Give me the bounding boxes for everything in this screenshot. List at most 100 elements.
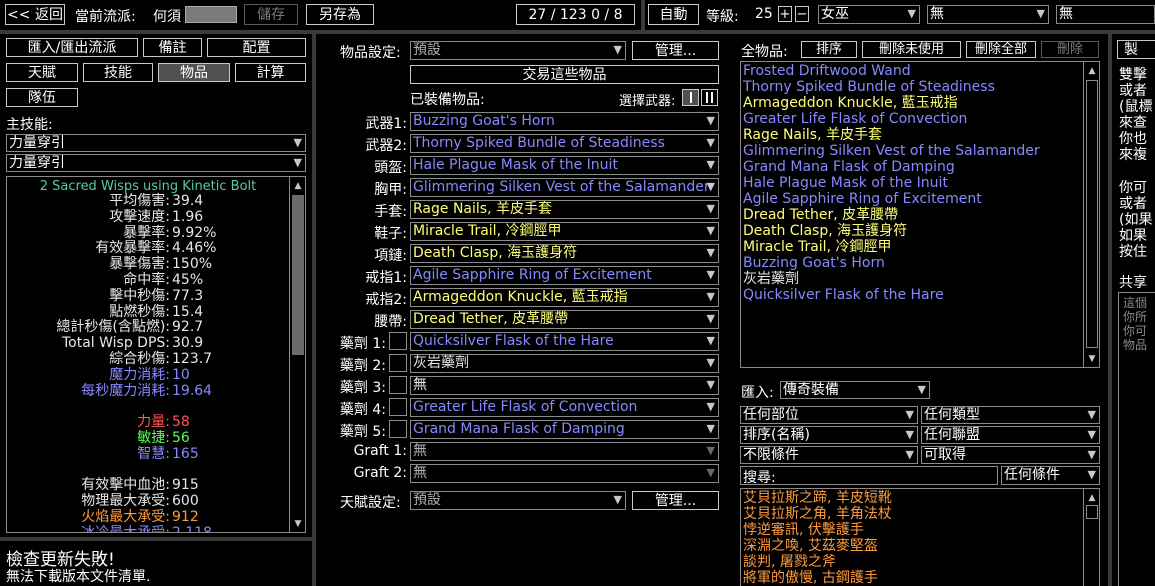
item-set-manage-button[interactable]: 管理... (632, 41, 719, 60)
stats-scrollbar[interactable]: ▲ ▼ (289, 177, 305, 532)
filter-type-dropdown[interactable]: 任何類型 ▼ (921, 406, 1100, 424)
stat-value: 30.9 (172, 335, 204, 352)
flask-active-checkbox[interactable] (389, 420, 407, 438)
slot-item-dropdown[interactable]: Agile Sapphire Ring of Excitement ▼ (410, 266, 719, 285)
auto-level-button[interactable]: 自動 (648, 4, 699, 25)
scroll-thumb[interactable] (1086, 505, 1098, 519)
list-item[interactable]: Death Clasp, 海玉護身符 (743, 223, 1083, 239)
class-dropdown[interactable]: 女巫 ▼ (818, 5, 920, 24)
flask-active-checkbox[interactable] (389, 332, 407, 350)
scroll-up-icon[interactable]: ▲ (290, 179, 305, 193)
tree-set-dropdown[interactable]: 預設 ▼ (410, 491, 626, 510)
search-input[interactable] (740, 466, 998, 485)
search-mode-dropdown[interactable]: 任何條件 ▼ (1001, 466, 1100, 485)
flask-active-checkbox[interactable] (389, 398, 407, 416)
save-button[interactable]: 儲存 (244, 4, 298, 25)
level-plus-button[interactable]: + (778, 6, 792, 22)
save-as-button[interactable]: 另存為 (306, 4, 374, 25)
slot-item-dropdown[interactable]: Death Clasp, 海玉護身符 ▼ (410, 244, 719, 263)
slot-item-dropdown[interactable]: Rage Nails, 羊皮手套 ▼ (410, 200, 719, 219)
list-item[interactable]: Thorny Spiked Bundle of Steadiness (743, 79, 1083, 95)
delete-unused-button[interactable]: 刪除未使用 (862, 41, 961, 58)
list-item[interactable]: Armageddon Knuckle, 藍玉戒指 (743, 95, 1083, 111)
tree-set-manage-button[interactable]: 管理... (632, 491, 719, 510)
trade-items-button[interactable]: 交易這些物品 (410, 65, 719, 84)
scroll-up-icon[interactable]: ▲ (1084, 64, 1099, 78)
chevron-down-icon: ▼ (706, 290, 715, 303)
items-scrollbar[interactable]: ▲ ▼ (1083, 62, 1099, 367)
list-item[interactable]: Glimmering Silken Vest of the Salamander (743, 143, 1083, 159)
scroll-up-icon[interactable]: ▲ (1084, 491, 1099, 505)
list-item[interactable]: Rage Nails, 羊皮手套 (743, 127, 1083, 143)
slot-item-dropdown[interactable]: 無 ▼ (410, 464, 719, 483)
slot-item-dropdown[interactable]: Armageddon Knuckle, 藍玉戒指 ▼ (410, 288, 719, 307)
level-value[interactable]: 25 (755, 6, 773, 22)
help-line: 來查 (1119, 115, 1147, 131)
list-item[interactable]: 將軍的傲慢, 古鋼護手 (743, 570, 1083, 586)
delete-button[interactable]: 刪除 (1041, 41, 1099, 58)
tab-skills[interactable]: 技能 (83, 63, 153, 82)
list-item[interactable]: 艾貝拉斯之角, 羊角法杖 (743, 506, 1083, 522)
filter-obtain-dropdown[interactable]: 可取得 ▼ (921, 446, 1100, 464)
config-button[interactable]: 配置 (207, 38, 306, 57)
list-item[interactable]: Dread Tether, 皮革腰帶 (743, 207, 1083, 223)
scroll-down-icon[interactable]: ▼ (290, 517, 305, 531)
list-item[interactable]: Buzzing Goat's Horn (743, 255, 1083, 271)
import-source-dropdown[interactable]: 傳奇裝備 ▼ (780, 381, 930, 399)
slot-item-dropdown[interactable]: 無 ▼ (410, 376, 719, 395)
list-item[interactable]: 悖逆審訊, 伏擊護手 (743, 522, 1083, 538)
filter-sort-dropdown[interactable]: 排序(名稱) ▼ (740, 426, 918, 444)
list-item[interactable]: 艾貝拉斯之蹄, 羊皮短靴 (743, 490, 1083, 506)
slot-item-dropdown[interactable]: 無 ▼ (410, 442, 719, 461)
list-item[interactable]: 深淵之喚, 艾茲麥堅盔 (743, 538, 1083, 554)
slot-item-dropdown[interactable]: Quicksilver Flask of the Hare ▼ (410, 332, 719, 351)
ascendancy-dropdown[interactable]: 無 ▼ (927, 5, 1049, 24)
bandit-dropdown[interactable]: 無 (1056, 5, 1155, 24)
scroll-thumb[interactable] (292, 195, 304, 355)
slot-item-dropdown[interactable]: Dread Tether, 皮革腰帶 ▼ (410, 310, 719, 329)
sub-skill-dropdown[interactable]: 力量穿引 ▼ (6, 154, 306, 172)
scroll-thumb[interactable] (1086, 80, 1098, 348)
filter-slot-dropdown[interactable]: 任何部位 ▼ (740, 406, 918, 424)
back-button[interactable]: << 返回 (5, 4, 65, 25)
level-minus-button[interactable]: − (795, 6, 809, 22)
main-skill-dropdown[interactable]: 力量穿引 ▼ (6, 134, 306, 152)
slot-item-dropdown[interactable]: 灰岩藥劑 ▼ (410, 354, 719, 373)
tab-tree[interactable]: 天賦 (6, 63, 78, 82)
list-item[interactable]: Grand Mana Flask of Damping (743, 159, 1083, 175)
far-right-button[interactable]: 製 (1117, 40, 1155, 59)
slot-item-dropdown[interactable]: Buzzing Goat's Horn ▼ (410, 112, 719, 131)
delete-all-button[interactable]: 刪除全部 (966, 41, 1036, 58)
weapon-set-1-button[interactable] (682, 89, 699, 106)
slot-item-dropdown[interactable]: Greater Life Flask of Convection ▼ (410, 398, 719, 417)
tab-items[interactable]: 物品 (158, 63, 230, 82)
weapon-set-2-button[interactable] (701, 89, 718, 106)
uniques-scrollbar[interactable]: ▲ (1083, 489, 1099, 586)
flask-active-checkbox[interactable] (389, 354, 407, 372)
slot-item-dropdown[interactable]: Grand Mana Flask of Damping ▼ (410, 420, 719, 439)
slot-item-dropdown[interactable]: Miracle Trail, 冷鋼脛甲 ▼ (410, 222, 719, 241)
slot-item-dropdown[interactable]: Hale Plague Mask of the Inuit ▼ (410, 156, 719, 175)
list-item[interactable]: Greater Life Flask of Convection (743, 111, 1083, 127)
import-export-button[interactable]: 匯入/匯出流派 (6, 38, 138, 57)
list-item[interactable]: Quicksilver Flask of the Hare (743, 287, 1083, 303)
flask-active-checkbox[interactable] (389, 376, 407, 394)
slot-item-name: Buzzing Goat's Horn (413, 113, 555, 129)
filter-league-dropdown[interactable]: 任何聯盟 ▼ (921, 426, 1100, 444)
scroll-down-icon[interactable]: ▼ (1084, 352, 1099, 366)
sort-button[interactable]: 排序 (801, 41, 857, 58)
list-item[interactable]: 灰岩藥劑 (743, 271, 1083, 287)
list-item[interactable]: 談判, 屠戮之斧 (743, 554, 1083, 570)
list-item[interactable]: Agile Sapphire Ring of Excitement (743, 191, 1083, 207)
list-item[interactable]: Miracle Trail, 冷鋼脛甲 (743, 239, 1083, 255)
item-set-dropdown[interactable]: 預設 ▼ (410, 41, 626, 60)
tab-calcs[interactable]: 計算 (235, 63, 306, 82)
notes-button[interactable]: 備註 (143, 38, 202, 57)
slot-item-dropdown[interactable]: Glimmering Silken Vest of the Salamander… (410, 178, 719, 197)
list-item[interactable]: Hale Plague Mask of the Inuit (743, 175, 1083, 191)
list-item[interactable]: Frosted Driftwood Wand (743, 63, 1083, 79)
slot-item-name: 無 (413, 377, 427, 393)
slot-item-dropdown[interactable]: Thorny Spiked Bundle of Steadiness ▼ (410, 134, 719, 153)
filter-limit-dropdown[interactable]: 不限條件 ▼ (740, 446, 918, 464)
party-button[interactable]: 隊伍 (6, 88, 78, 107)
